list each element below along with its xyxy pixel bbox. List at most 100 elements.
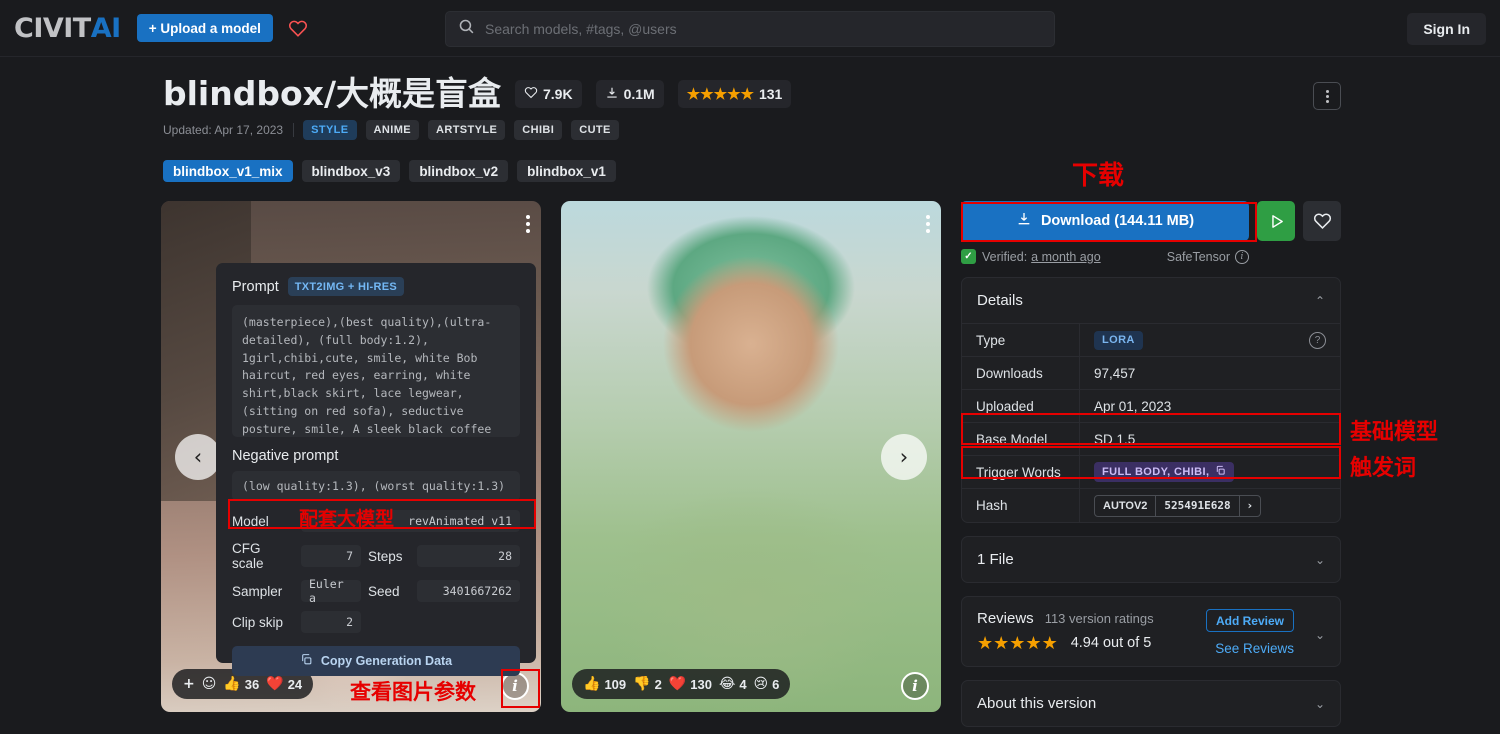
chevron-right-icon[interactable]: › <box>881 434 927 480</box>
logo-ai-text: AI <box>91 13 121 44</box>
hash-group: AUTOV2 525491E628 › <box>1094 495 1261 517</box>
star-rating: ★★★★★ <box>977 634 1058 652</box>
civitai-logo[interactable]: CIVITAI <box>14 13 121 44</box>
image-more-icon[interactable] <box>526 215 530 233</box>
chevron-down-icon: ⌄ <box>1315 697 1325 711</box>
rating-stat[interactable]: ★★★★★ 131 <box>678 80 792 108</box>
table-row: Hash AUTOV2 525491E628 › <box>962 489 1340 522</box>
model-meta-row: Updated: Apr 17, 2023 STYLE ANIME ARTSTY… <box>163 120 619 140</box>
download-button[interactable]: Download (144.11 MB) <box>961 201 1249 241</box>
files-title: 1 File <box>977 551 1014 568</box>
add-review-button[interactable]: Add Review <box>1206 609 1294 632</box>
detail-value-uploaded: Apr 01, 2023 <box>1080 399 1340 414</box>
run-model-button[interactable] <box>1257 201 1295 241</box>
heart-outline-icon <box>524 86 538 102</box>
detail-key-uploaded: Uploaded <box>962 390 1080 422</box>
table-row: Base Model SD 1.5 <box>962 423 1340 456</box>
crying-reaction[interactable]: 😢6 <box>754 677 780 692</box>
verified-row: ✓ Verified: a month ago SafeTensor i <box>961 249 1341 264</box>
gallery-image-right[interactable]: › 👍109 👎2 ❤️130 😂4 😢6 i <box>561 201 941 712</box>
seed-value: 3401667262 <box>417 580 520 602</box>
files-card: 1 File ⌄ <box>961 536 1341 583</box>
hash-value: 525491E628 <box>1155 496 1239 516</box>
detail-key-base-model: Base Model <box>962 423 1080 455</box>
prompt-text[interactable]: (masterpiece),(best quality),(ultra-deta… <box>232 305 520 437</box>
search-bar[interactable] <box>445 11 1055 47</box>
downloads-count: 0.1M <box>624 86 655 102</box>
downloads-stat[interactable]: 0.1M <box>596 80 664 108</box>
model-title-row: blindbox/大概是盲盒 7.9K 0.1M ★★★★★ 131 <box>163 76 791 112</box>
detail-key-downloads: Downloads <box>962 357 1080 389</box>
reviews-card: Reviews 113 version ratings ★★★★★ 4.94 o… <box>961 596 1341 667</box>
details-table: Type LORA ? Downloads 97,457 Uploaded Ap… <box>962 323 1340 522</box>
version-tabs: blindbox_v1_mix blindbox_v3 blindbox_v2 … <box>163 160 616 182</box>
sign-in-button[interactable]: Sign In <box>1407 13 1486 45</box>
thumbs-up-reaction[interactable]: 👍109 <box>583 677 626 692</box>
add-reaction-button[interactable]: + <box>183 677 195 691</box>
prompt-type-badge: TXT2IMG + HI-RES <box>288 277 404 296</box>
details-header[interactable]: Details ⌃ <box>962 278 1340 323</box>
detail-value-downloads: 97,457 <box>1080 366 1340 381</box>
sampler-seed-row: Sampler Euler a Seed 3401667262 <box>232 580 520 602</box>
tag-cute[interactable]: CUTE <box>571 120 619 140</box>
details-title: Details <box>977 292 1023 309</box>
clip-skip-label: Clip skip <box>232 615 294 630</box>
cfg-steps-row: CFG scale 7 Steps 28 <box>232 541 520 571</box>
chevron-left-icon[interactable]: ‹ <box>175 434 221 480</box>
about-version-card: About this version ⌄ <box>961 680 1341 727</box>
see-reviews-link[interactable]: See Reviews <box>1215 641 1294 656</box>
trigger-words-badge[interactable]: FULL BODY, CHIBI, <box>1094 462 1234 482</box>
info-icon[interactable]: i <box>501 672 529 700</box>
favorite-button[interactable] <box>1303 201 1341 241</box>
cfg-scale-label: CFG scale <box>232 541 294 571</box>
chevron-down-icon[interactable]: ⌄ <box>1315 628 1325 642</box>
laughing-reaction[interactable]: 😂4 <box>719 677 747 692</box>
image-more-icon[interactable] <box>926 215 930 233</box>
prompt-header: Prompt TXT2IMG + HI-RES <box>232 277 520 296</box>
help-icon[interactable]: ? <box>1309 332 1326 349</box>
version-tab-v2[interactable]: blindbox_v2 <box>409 160 508 182</box>
copy-generation-data-button[interactable]: Copy Generation Data <box>232 646 520 676</box>
thumbs-up-reaction[interactable]: 👍36 <box>223 677 259 692</box>
detail-value-base-model: SD 1.5 <box>1080 432 1340 447</box>
about-version-header[interactable]: About this version ⌄ <box>962 681 1340 726</box>
info-icon[interactable]: i <box>901 672 929 700</box>
emoji-smile-icon[interactable]: ☺ <box>202 677 217 691</box>
safetensor-info: SafeTensor i <box>1167 250 1249 264</box>
tag-style[interactable]: STYLE <box>303 120 356 140</box>
copy-icon <box>300 653 313 669</box>
copy-icon[interactable] <box>1215 465 1226 479</box>
heart-reaction[interactable]: ❤️130 <box>669 677 712 692</box>
detail-value-hash: AUTOV2 525491E628 › <box>1080 495 1340 517</box>
search-input[interactable] <box>485 21 1042 37</box>
table-row: Type LORA ? <box>962 324 1340 357</box>
chevron-right-icon[interactable]: › <box>1240 496 1261 516</box>
version-tab-v1-mix[interactable]: blindbox_v1_mix <box>163 160 293 182</box>
download-row: Download (144.11 MB) <box>961 201 1341 241</box>
tag-artstyle[interactable]: ARTSTYLE <box>428 120 505 140</box>
reviews-score: 4.94 out of 5 <box>1071 635 1152 651</box>
thumbs-down-reaction[interactable]: 👎2 <box>633 677 662 692</box>
files-header[interactable]: 1 File ⌄ <box>962 537 1340 582</box>
page-title: blindbox/大概是盲盒 <box>163 76 501 112</box>
tag-anime[interactable]: ANIME <box>366 120 419 140</box>
detail-key-hash: Hash <box>962 489 1080 522</box>
prompt-overlay-panel: Prompt TXT2IMG + HI-RES (masterpiece),(b… <box>216 263 536 663</box>
tag-chibi[interactable]: CHIBI <box>514 120 562 140</box>
negative-prompt-text[interactable]: (low quality:1.3), (worst quality:1.3) <box>232 471 520 501</box>
version-tab-v1[interactable]: blindbox_v1 <box>517 160 616 182</box>
info-icon[interactable]: i <box>1235 250 1249 264</box>
upload-model-button[interactable]: + Upload a model <box>137 14 273 42</box>
chevron-down-icon: ⌄ <box>1315 553 1325 567</box>
model-sidebar: Download (144.11 MB) ✓ Verified: a month… <box>961 201 1341 734</box>
verified-time-link[interactable]: a month ago <box>1031 250 1101 264</box>
heart-reaction[interactable]: ❤️24 <box>266 677 302 692</box>
model-param-label: Model <box>232 514 294 529</box>
top-header: CIVITAI + Upload a model Sign In <box>0 0 1500 57</box>
heart-outline-icon[interactable] <box>287 17 309 39</box>
table-row: Trigger Words FULL BODY, CHIBI, <box>962 456 1340 489</box>
version-tab-v3[interactable]: blindbox_v3 <box>302 160 401 182</box>
more-vertical-icon[interactable] <box>1313 82 1341 110</box>
likes-stat[interactable]: 7.9K <box>515 80 582 108</box>
prompt-label: Prompt <box>232 279 279 295</box>
